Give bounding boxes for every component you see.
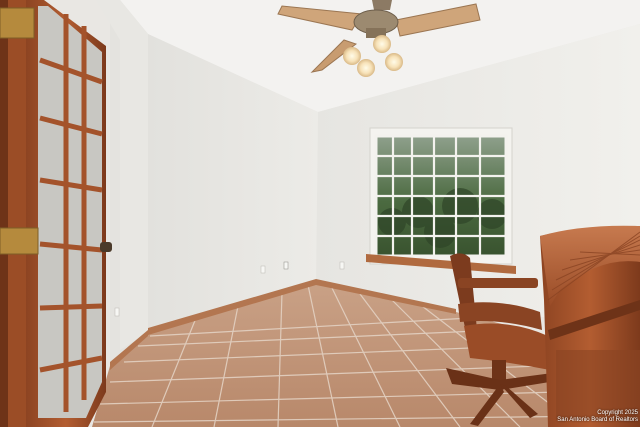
copyright-owner: San Antonio Board of Realtors bbox=[557, 417, 638, 423]
fan-light-bulb bbox=[373, 35, 391, 53]
roll-top-desk bbox=[540, 225, 640, 427]
door-hinge bbox=[0, 7, 35, 39]
door-handle bbox=[100, 242, 112, 252]
door-hinge bbox=[0, 227, 39, 255]
fan-light-bulb bbox=[385, 53, 403, 71]
room-scene bbox=[0, 0, 640, 427]
copyright-year: Copyright 2025 bbox=[597, 410, 638, 416]
french-door bbox=[0, 0, 112, 427]
fan-light-bulb bbox=[357, 59, 375, 77]
wall-outlet bbox=[339, 261, 345, 270]
wall-outlet bbox=[114, 307, 120, 317]
wall-outlet bbox=[260, 265, 266, 274]
room-photo: Copyright 2025 San Antonio Board of Real… bbox=[0, 0, 640, 427]
fan-light-bulb bbox=[343, 47, 361, 65]
window bbox=[369, 127, 513, 265]
cable-jack bbox=[283, 261, 289, 270]
copyright-watermark: Copyright 2025 San Antonio Board of Real… bbox=[557, 410, 638, 424]
